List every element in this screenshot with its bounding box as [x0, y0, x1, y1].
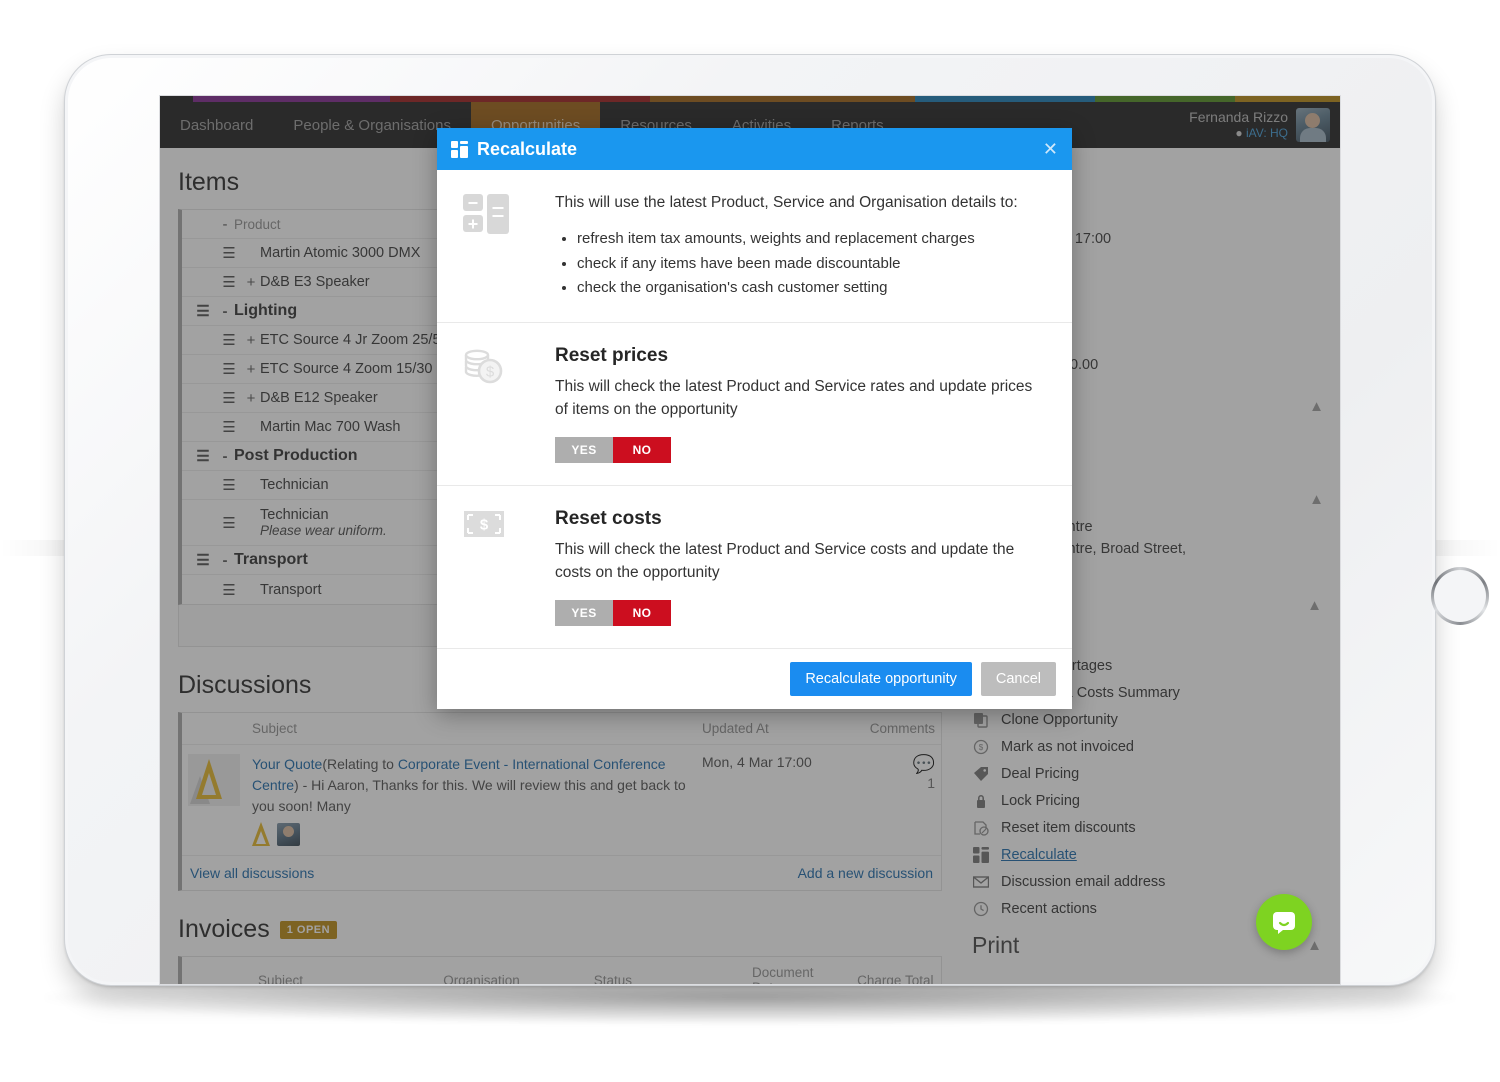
svg-text:$: $: [486, 364, 495, 381]
toggle-yes-option[interactable]: YES: [555, 600, 613, 627]
svg-text:$: $: [480, 517, 489, 534]
modal-intro-section: This will use the latest Product, Servic…: [437, 170, 1072, 324]
modal-option-sections: $ Reset prices This will check the latest …: [437, 323, 1072, 648]
recalculate-opportunity-button[interactable]: Recalculate opportunity: [790, 662, 972, 697]
toggle-reset-prices[interactable]: YES NO: [555, 437, 671, 464]
modal-intro-text: This will use the latest Product, Servic…: [555, 194, 1018, 211]
modal-section-reset-costs: $ Reset costs This will check the latest P…: [437, 486, 1072, 648]
modal-section-description: This will check the latest Product and S…: [555, 378, 1033, 418]
modal-header: Recalculate ✕: [437, 128, 1072, 170]
home-button[interactable]: [1431, 567, 1489, 625]
recalculate-modal: Recalculate ✕ This will use the latest P…: [437, 128, 1072, 710]
device-screen: Dashboard People & Organisations Opportuni…: [160, 96, 1340, 984]
calculator-icon: [451, 140, 468, 158]
modal-section-description: This will check the latest Product and S…: [555, 541, 1015, 581]
modal-bullet-list: refresh item tax amounts, weights and re…: [577, 227, 1046, 300]
coins-dollar-icon: $: [463, 345, 555, 463]
toggle-reset-costs[interactable]: YES NO: [555, 600, 671, 627]
modal-section-title: Reset costs: [555, 508, 662, 530]
modal-bullet: check if any items have been made discou…: [577, 252, 1046, 276]
modal-bullet: refresh item tax amounts, weights and re…: [577, 227, 1046, 251]
intercom-chat-button[interactable]: [1256, 894, 1312, 950]
toggle-no-option[interactable]: NO: [613, 600, 671, 627]
banknote-dollar-icon: $: [463, 508, 555, 626]
modal-footer: Recalculate opportunity Cancel: [437, 648, 1072, 710]
modal-bullet: check the organisation's cash customer s…: [577, 276, 1046, 300]
chat-bubble-icon: [1273, 912, 1295, 934]
screenshot-stage: Dashboard People & Organisations Opportuni…: [0, 0, 1500, 1082]
calculator-icon: [463, 192, 555, 300]
modal-title: Recalculate: [477, 138, 578, 159]
modal-section-reset-prices: $ Reset prices This will check the latest …: [437, 323, 1072, 487]
toggle-yes-option[interactable]: YES: [555, 437, 613, 464]
toggle-no-option[interactable]: NO: [613, 437, 671, 464]
modal-section-title: Reset prices: [555, 345, 669, 367]
cancel-button[interactable]: Cancel: [980, 662, 1056, 697]
close-icon[interactable]: ✕: [1043, 139, 1058, 160]
